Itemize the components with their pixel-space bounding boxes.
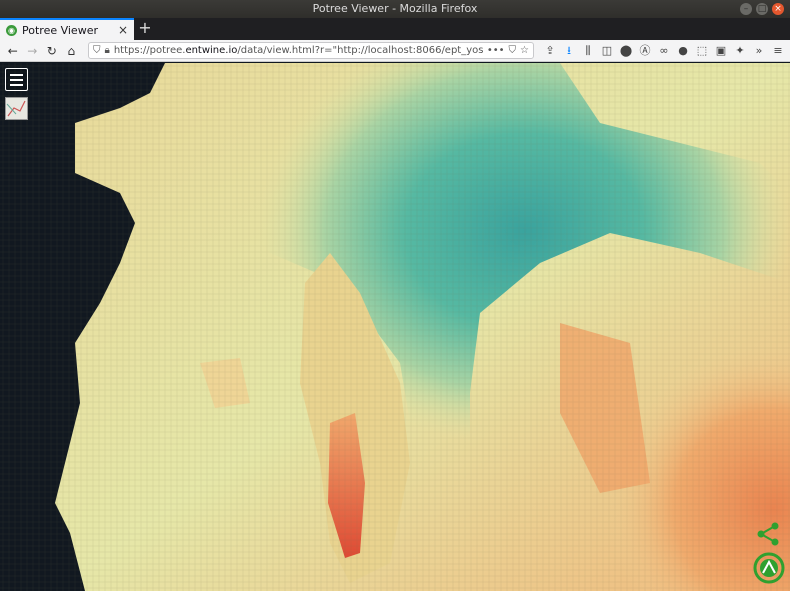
- hamburger-app-menu-icon[interactable]: ≡: [770, 42, 786, 60]
- pocket-icon[interactable]: ⛉: [509, 45, 517, 56]
- point-cloud-viewport[interactable]: [0, 63, 790, 591]
- downloads-icon[interactable]: ⭳: [561, 42, 577, 60]
- share-icon[interactable]: [755, 521, 781, 547]
- url-text[interactable]: https://potree.entwine.io/data/view.html…: [114, 45, 483, 56]
- url-prefix: https://potree.: [113, 45, 186, 56]
- shield-icon[interactable]: ⛉: [93, 45, 101, 56]
- overflow-chevron-icon[interactable]: »: [751, 42, 767, 60]
- close-window-icon[interactable]: ×: [772, 3, 784, 15]
- terrain-render[interactable]: [0, 63, 790, 591]
- url-domain: entwine.io: [185, 45, 238, 56]
- map-thumbnail-icon[interactable]: [5, 97, 28, 120]
- bookmark-star-icon[interactable]: ☆: [520, 45, 529, 56]
- lock-icon[interactable]: 🔒︎: [105, 45, 110, 56]
- minimize-icon[interactable]: –: [740, 3, 752, 15]
- tab-title: Potree Viewer: [22, 23, 98, 37]
- back-arrow-icon[interactable]: ←: [4, 42, 22, 60]
- extension-icon-1[interactable]: ⬤: [618, 42, 634, 60]
- reload-icon[interactable]: ↻: [43, 42, 61, 60]
- navigation-toolbar: ← → ↻ ⌂ ⛉ 🔒︎ https://potree.entwine.io/d…: [0, 40, 790, 62]
- screenshot-icon[interactable]: ⬚: [694, 42, 710, 60]
- potree-logo-icon[interactable]: [752, 551, 786, 585]
- page-actions-icon[interactable]: •••: [487, 45, 505, 56]
- sidebar-icon[interactable]: ◫: [599, 42, 615, 60]
- tab-close-icon[interactable]: ×: [118, 23, 128, 37]
- extension-icon-5[interactable]: ✦: [732, 42, 748, 60]
- home-icon[interactable]: ⌂: [63, 42, 81, 60]
- potree-favicon-icon: ◉: [6, 24, 17, 36]
- extension-icon-3[interactable]: ∞: [656, 42, 672, 60]
- tab-potree-viewer[interactable]: ◉ Potree Viewer ×: [0, 18, 134, 40]
- address-bar[interactable]: ⛉ 🔒︎ https://potree.entwine.io/data/view…: [88, 42, 534, 59]
- window-controls: – □ ×: [740, 3, 784, 15]
- extension-icon-4[interactable]: ▣: [713, 42, 729, 60]
- save-to-pocket-icon[interactable]: ⇪: [542, 42, 558, 60]
- maximize-icon[interactable]: □: [756, 3, 768, 15]
- url-path: /data/view.html?r="http://localhost:8066…: [237, 45, 483, 56]
- forward-arrow-icon[interactable]: →: [24, 42, 42, 60]
- tab-strip: ◉ Potree Viewer × +: [0, 18, 790, 40]
- extension-icon-2[interactable]: Ⓐ: [637, 42, 653, 60]
- window-title: Potree Viewer - Mozilla Firefox: [312, 2, 478, 15]
- hamburger-menu-icon[interactable]: [5, 68, 28, 91]
- library-icon[interactable]: ⫼: [580, 42, 596, 60]
- window-titlebar: Potree Viewer - Mozilla Firefox – □ ×: [0, 0, 790, 18]
- browser-toolbar-icons: ⇪ ⭳ ⫼ ◫ ⬤ Ⓐ ∞ ● ⬚ ▣ ✦ » ≡: [542, 42, 786, 60]
- new-tab-button[interactable]: +: [134, 18, 156, 40]
- account-icon[interactable]: ●: [675, 42, 691, 60]
